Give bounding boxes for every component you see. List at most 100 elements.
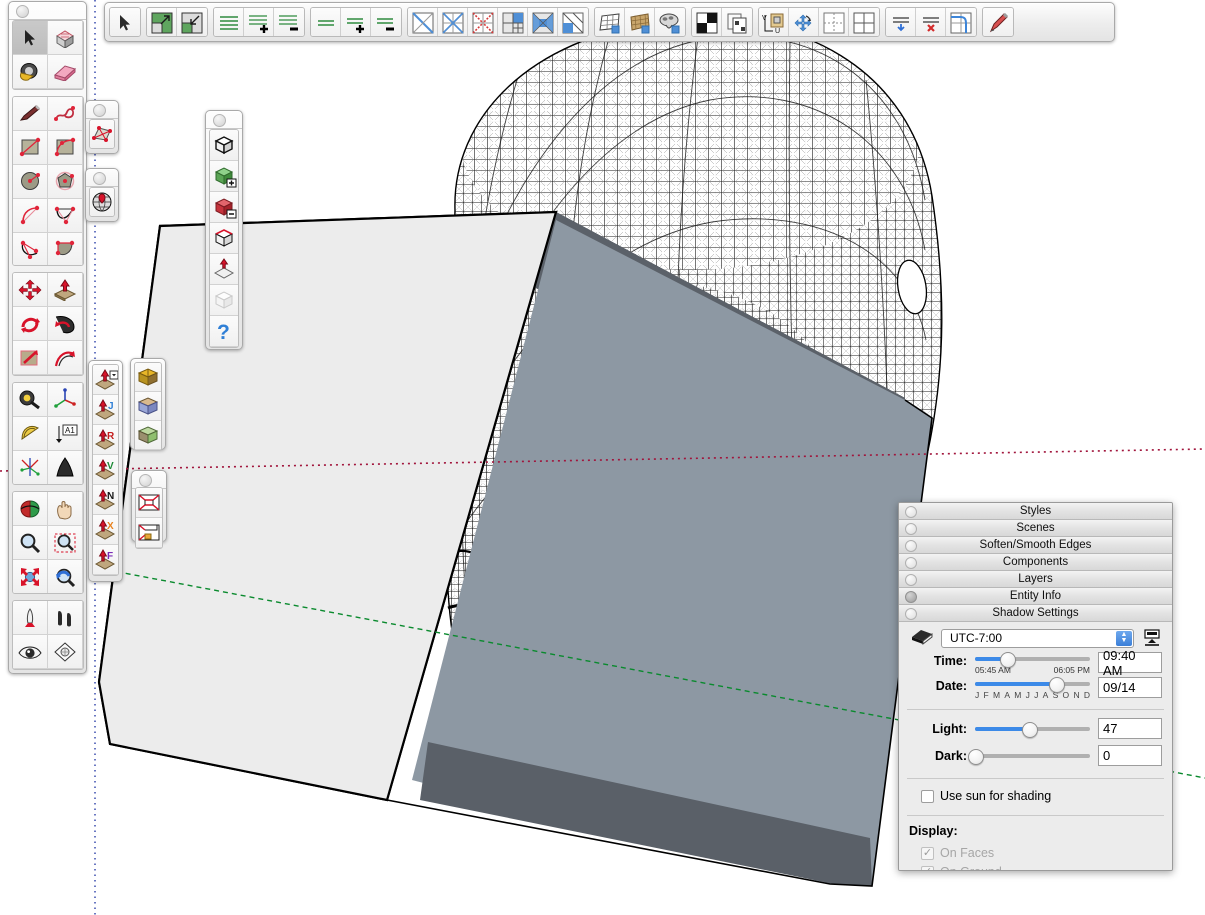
solid-tools-and-layout-toolbar[interactable]: VU <box>104 2 1115 42</box>
question-mark-icon[interactable]: ? <box>210 316 238 347</box>
follow-me-icon[interactable] <box>48 307 83 342</box>
quad-grid-blue-icon[interactable] <box>498 8 528 36</box>
mushroom-mesh-icon[interactable] <box>655 8 685 36</box>
push-pull-icon[interactable] <box>48 273 83 308</box>
pane-header-soften-smooth-edges[interactable]: Soften/Smooth Edges <box>899 537 1172 554</box>
joint-push-pull-toolbar[interactable]: J R V N X F <box>88 360 123 582</box>
interact-icon[interactable] <box>135 421 161 450</box>
time-slider[interactable] <box>975 652 1090 668</box>
pane-header-styles[interactable]: Styles <box>899 503 1172 520</box>
palette-grip[interactable] <box>86 101 118 119</box>
date-slider[interactable] <box>975 677 1090 693</box>
three-point-arc-icon[interactable] <box>13 232 48 266</box>
intersect-white-icon[interactable] <box>210 285 238 316</box>
offset-icon[interactable] <box>48 341 83 375</box>
palette-grip[interactable] <box>9 2 86 20</box>
dynamic-components-toolbar[interactable] <box>130 358 166 451</box>
rotate-icon[interactable] <box>13 307 48 342</box>
push-pull-menu-icon[interactable] <box>93 365 118 395</box>
pane-disc-icon[interactable] <box>905 591 917 603</box>
pencil-icon[interactable] <box>983 8 1013 36</box>
walk-icon[interactable] <box>48 601 83 636</box>
arrow-select-icon[interactable] <box>13 21 48 55</box>
pan-icon[interactable] <box>48 492 83 527</box>
rectangle-icon[interactable] <box>13 130 48 165</box>
pane-disc-icon[interactable] <box>905 557 917 569</box>
pane-header-scenes[interactable]: Scenes <box>899 520 1172 537</box>
lines-remove-icon[interactable] <box>274 8 304 36</box>
close-knob-icon[interactable] <box>16 5 29 18</box>
zoom-extents-icon[interactable] <box>13 560 48 594</box>
polygon-icon[interactable] <box>48 164 83 199</box>
edge-down-arrow-icon[interactable] <box>886 8 916 36</box>
freehand-icon[interactable] <box>48 96 83 131</box>
tape-measure-icon[interactable] <box>13 382 48 417</box>
line-pair-add-icon[interactable] <box>341 8 371 36</box>
large-tool-set[interactable]: A1 <box>8 1 87 674</box>
mesh-texture-icon[interactable] <box>625 8 655 36</box>
orbit-icon[interactable] <box>13 492 48 527</box>
three-d-text-icon[interactable] <box>48 450 83 485</box>
pane-disc-icon[interactable] <box>905 523 917 535</box>
globe-toolbar[interactable] <box>85 168 119 222</box>
time-value-field[interactable]: 09:40 AM <box>1098 648 1162 678</box>
eraser-icon[interactable] <box>48 55 83 89</box>
position-camera-icon[interactable] <box>13 601 48 636</box>
outer-shell-icon[interactable] <box>210 130 238 161</box>
chevron-updown-icon[interactable]: ▲ ▼ <box>1116 630 1132 646</box>
text-icon[interactable]: A1 <box>48 416 83 451</box>
arc-icon[interactable] <box>13 198 48 233</box>
trim-icon[interactable] <box>210 223 238 254</box>
pane-header-shadow-settings[interactable]: Shadow Settings <box>899 605 1172 622</box>
move-icon[interactable] <box>13 273 48 308</box>
dimension-icon[interactable] <box>13 450 48 485</box>
pane-header-entity-info[interactable]: Entity Info <box>899 588 1172 605</box>
two-point-arc-icon[interactable] <box>48 198 83 233</box>
grid-dotted-icon[interactable] <box>819 8 849 36</box>
pane-disc-icon[interactable] <box>905 506 917 518</box>
default-tray[interactable]: Styles Scenes Soften/Smooth Edges Compon… <box>898 502 1173 871</box>
section-cut-face-icon[interactable] <box>136 488 162 518</box>
push-pull-n-icon[interactable]: N <box>93 485 118 515</box>
line-pair-remove-icon[interactable] <box>371 8 401 36</box>
arrow-select-icon[interactable] <box>110 8 140 36</box>
split-icon[interactable] <box>210 254 238 285</box>
pane-disc-icon[interactable] <box>905 608 917 620</box>
copy-pages-icon[interactable] <box>722 8 752 36</box>
sandbox-toolbar[interactable] <box>85 100 119 154</box>
edge-curve-icon[interactable] <box>946 8 976 36</box>
axes-icon[interactable] <box>48 382 83 417</box>
pane-disc-icon[interactable] <box>905 540 917 552</box>
move-rotate-icon[interactable] <box>789 8 819 36</box>
circle-icon[interactable] <box>13 164 48 199</box>
zoom-icon[interactable] <box>13 526 48 561</box>
quad-fan-icon[interactable] <box>528 8 558 36</box>
on-faces-checkbox[interactable]: ✓ <box>921 846 934 860</box>
palette-grip[interactable] <box>206 111 242 129</box>
pane-disc-icon[interactable] <box>905 574 917 586</box>
diagonal-quad-blue-icon[interactable] <box>438 8 468 36</box>
on-ground-checkbox[interactable]: ✓ <box>921 865 934 870</box>
pie-icon[interactable] <box>48 232 83 266</box>
dark-value-field[interactable]: 0 <box>1098 745 1162 766</box>
push-pull-j-icon[interactable]: J <box>93 395 118 425</box>
from-contours-icon[interactable] <box>90 120 114 148</box>
section-plane-icon[interactable] <box>48 635 83 670</box>
uv-map-icon[interactable]: VU <box>759 8 789 36</box>
close-knob-icon[interactable] <box>93 172 106 185</box>
globe-pin-icon[interactable] <box>90 188 114 216</box>
component-attributes-icon[interactable] <box>135 392 161 421</box>
line-pair-icon[interactable] <box>311 8 341 36</box>
scale-icon[interactable] <box>13 341 48 375</box>
section-cut-face-toolbar[interactable] <box>131 470 167 549</box>
diagonal-cross-icon[interactable] <box>408 8 438 36</box>
close-knob-icon[interactable] <box>213 114 226 127</box>
scale-down-icon[interactable] <box>177 8 207 36</box>
edge-delete-icon[interactable] <box>916 8 946 36</box>
look-around-icon[interactable] <box>13 635 48 670</box>
triangle-split-icon[interactable] <box>558 8 588 36</box>
pane-header-components[interactable]: Components <box>899 554 1172 571</box>
close-knob-icon[interactable] <box>93 104 106 117</box>
light-slider[interactable] <box>975 721 1090 738</box>
rotated-rectangle-icon[interactable] <box>48 130 83 165</box>
